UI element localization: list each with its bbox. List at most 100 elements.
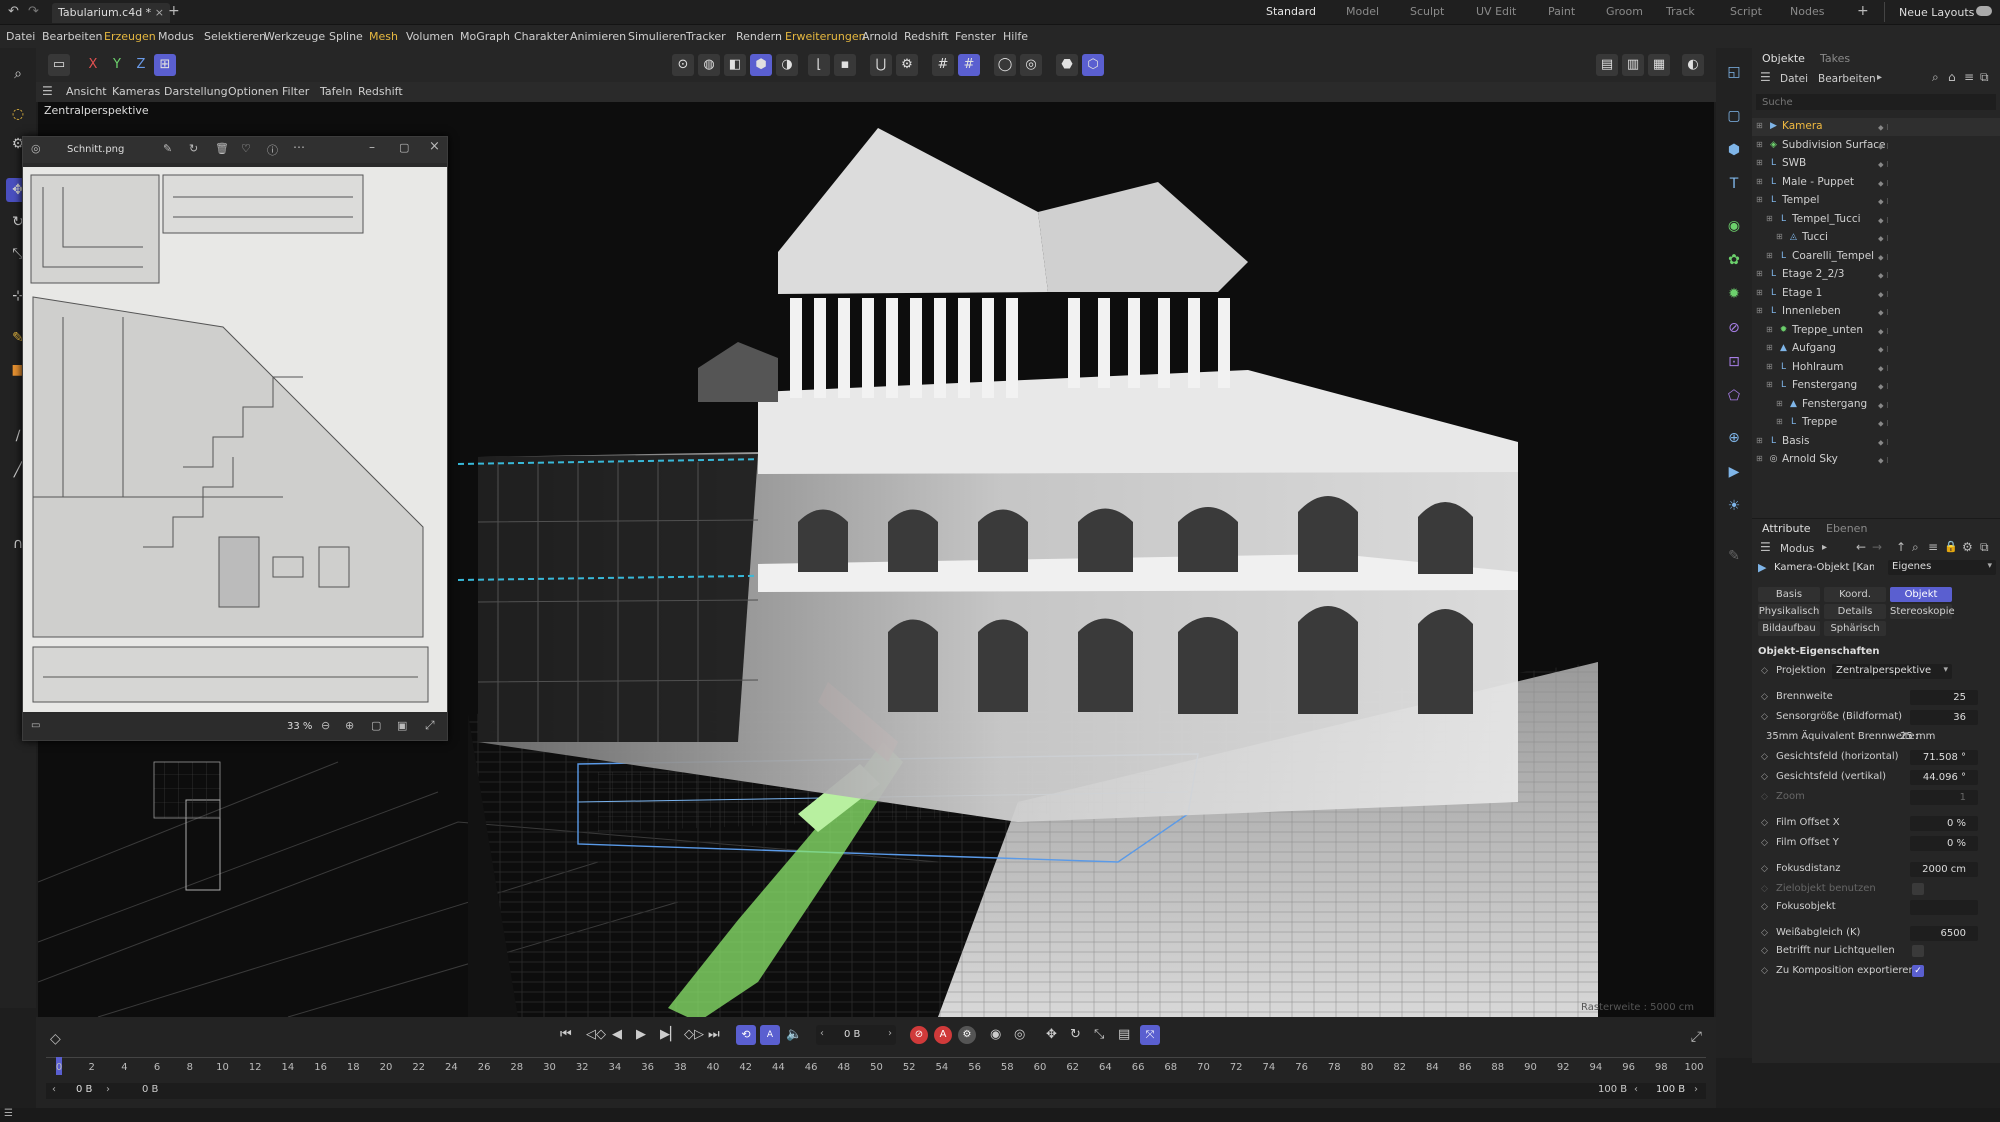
new-window-icon[interactable]: ⧉: [1980, 540, 1989, 555]
prop-value-field[interactable]: 44.096 °: [1910, 770, 1978, 785]
subtab-details[interactable]: Details: [1824, 604, 1886, 619]
zoom-out-icon[interactable]: ⊖: [321, 719, 330, 732]
range-bar[interactable]: ‹ 0 B › 0 B 100 B ‹ 100 B ›: [46, 1083, 1706, 1099]
tab-attributes[interactable]: Attribute: [1762, 522, 1811, 535]
generator-icon[interactable]: ◉: [1722, 214, 1746, 238]
layout-tab-sculpt[interactable]: Sculpt: [1410, 5, 1444, 18]
model-mode-icon[interactable]: ▭: [48, 54, 70, 76]
object-row[interactable]: ⊞ L Etage 2_2/3 ⬥ ⁝: [1752, 266, 2000, 284]
menu-mograph[interactable]: MoGraph: [460, 30, 510, 43]
snap-settings-icon[interactable]: ⚙: [896, 54, 918, 76]
live-selection-icon[interactable]: ◌: [6, 102, 30, 126]
hamburger-icon[interactable]: ☰: [1760, 540, 1771, 554]
menu-charakter[interactable]: Charakter: [514, 30, 569, 43]
text-icon[interactable]: T: [1722, 172, 1746, 196]
checkbox[interactable]: [1912, 883, 1924, 895]
filter-icon[interactable]: ≡: [1964, 70, 1974, 84]
prop-value-field[interactable]: 25: [1910, 690, 1978, 705]
layout-tab-track[interactable]: Track: [1666, 5, 1695, 18]
minimize-icon[interactable]: –: [369, 140, 375, 154]
object-row[interactable]: ⊞ L Tempel ⬥ ⁝: [1752, 192, 2000, 210]
keyframe-diamond-icon[interactable]: ◇: [1761, 666, 1768, 676]
layout-tab-model[interactable]: Model: [1346, 5, 1379, 18]
visibility-icon[interactable]: ⬥ ⁝: [1878, 438, 1889, 448]
light-icon[interactable]: ☀: [1722, 494, 1746, 518]
viewport-menu-redshift[interactable]: Redshift: [358, 85, 403, 98]
go-to-end-icon[interactable]: ⏭: [708, 1027, 720, 1042]
object-row[interactable]: ⊞ L Tempel_Tucci ⬥ ⁝: [1752, 211, 2000, 229]
volume-icon[interactable]: ⬠: [1722, 384, 1746, 408]
subtab-objekt[interactable]: Objekt: [1890, 587, 1952, 602]
expand-icon[interactable]: ⊞: [1756, 436, 1763, 445]
deformer-icon[interactable]: ✹: [1722, 282, 1746, 306]
visibility-icon[interactable]: ⬥ ⁝: [1878, 160, 1889, 170]
visibility-icon[interactable]: ⬥ ⁝: [1878, 327, 1889, 337]
menu-bearbeiten[interactable]: Bearbeiten: [42, 30, 102, 43]
polygons-mode-icon[interactable]: ◧: [724, 54, 746, 76]
visibility-icon[interactable]: ⬥ ⁝: [1878, 290, 1889, 300]
expand-icon[interactable]: ⊞: [1776, 399, 1783, 408]
heart-icon[interactable]: ♡: [241, 142, 251, 155]
hamburger-icon[interactable]: ☰: [1760, 70, 1771, 84]
tab-layers[interactable]: Ebenen: [1826, 522, 1867, 535]
chevron-right-icon[interactable]: ▸: [1822, 542, 1827, 553]
visibility-icon[interactable]: ⬥ ⁝: [1878, 142, 1889, 152]
home-icon[interactable]: ⌂: [1948, 70, 1956, 84]
menu-erzeugen[interactable]: Erzeugen: [104, 30, 156, 43]
snap-icon[interactable]: ⋃: [870, 54, 892, 76]
motion-record-icon[interactable]: ◎: [1014, 1027, 1025, 1042]
zoom-in-icon[interactable]: ⊕: [345, 719, 354, 732]
keyframe-diamond-icon[interactable]: ◇: [1761, 712, 1768, 722]
current-frame-field[interactable]: ‹ 0 B ›: [816, 1025, 896, 1045]
delete-icon[interactable]: 🗑: [215, 142, 229, 155]
menu-mesh[interactable]: Mesh: [369, 30, 398, 43]
tag-icon[interactable]: ✎: [1722, 544, 1746, 568]
filmstrip-icon[interactable]: ▭: [31, 720, 40, 731]
subtab-physikalisch[interactable]: Physikalisch: [1758, 604, 1820, 619]
layout-tab-nodes[interactable]: Nodes: [1790, 5, 1824, 18]
new-tab-icon[interactable]: +: [168, 3, 180, 19]
viewport-solo-icon[interactable]: ⬡: [1082, 54, 1104, 76]
expand-icon[interactable]: ⊞: [1766, 380, 1773, 389]
fullscreen-icon[interactable]: ⤢: [425, 718, 435, 733]
visibility-icon[interactable]: ⬥ ⁝: [1878, 308, 1889, 318]
menu-werkzeuge[interactable]: Werkzeuge: [264, 30, 325, 43]
field-icon[interactable]: ⊡: [1722, 350, 1746, 374]
subtab-sphärisch[interactable]: Sphärisch: [1824, 621, 1886, 636]
viewport-menu-tafeln[interactable]: Tafeln: [320, 85, 352, 98]
objects-menu-edit[interactable]: Bearbeiten: [1818, 73, 1876, 85]
viewer-titlebar[interactable]: ◎ Schnitt.png ✎ ↻ 🗑 ♡ ⓘ ⋯ – ▢ ×: [23, 137, 447, 163]
grid-icon[interactable]: #: [932, 54, 954, 76]
close-icon[interactable]: ×: [155, 3, 164, 23]
tab-takes[interactable]: Takes: [1820, 52, 1850, 65]
play-icon[interactable]: ▶: [636, 1027, 646, 1042]
keyframe-diamond-icon[interactable]: ◇: [1761, 928, 1768, 938]
menu-erweiterungen[interactable]: Erweiterungen: [785, 30, 866, 43]
menu-selektieren[interactable]: Selektieren: [204, 30, 266, 43]
point-level-icon[interactable]: ⤧: [1140, 1025, 1160, 1045]
layout-tab-paint[interactable]: Paint: [1548, 5, 1575, 18]
new-layouts-button[interactable]: Neue Layouts: [1899, 6, 1974, 19]
expand-icon[interactable]: ⊞: [1766, 251, 1773, 260]
axis-z-button[interactable]: Z: [130, 54, 152, 76]
spline-icon[interactable]: ⊘: [1722, 316, 1746, 340]
subtab-stereoskopie[interactable]: Stereoskopie: [1890, 604, 1955, 619]
axis-y-button[interactable]: Y: [106, 54, 128, 76]
keyframe-diamond-icon[interactable]: ◇: [1761, 864, 1768, 874]
visibility-icon[interactable]: ⬥ ⁝: [1878, 179, 1889, 189]
object-row[interactable]: ⊞ ✹ Treppe_unten ⬥ ⁝: [1752, 322, 2000, 340]
menu-volumen[interactable]: Volumen: [406, 30, 454, 43]
keyframe-diamond-icon[interactable]: ◇: [1761, 752, 1768, 762]
redshift-render-icon[interactable]: ◐: [1682, 54, 1704, 76]
prop-value-field[interactable]: 1: [1910, 790, 1978, 805]
menu-tracker[interactable]: Tracker: [686, 30, 726, 43]
expand-icon[interactable]: ⊞: [1756, 454, 1763, 463]
expand-icon[interactable]: ⊞: [1766, 325, 1773, 334]
workplane-icon[interactable]: #: [958, 54, 980, 76]
object-mode-icon[interactable]: ⬢: [750, 54, 772, 76]
filter-icon[interactable]: ≡: [1928, 540, 1938, 554]
tab-objects[interactable]: Objekte: [1762, 52, 1805, 65]
prop-value-field[interactable]: 36: [1910, 710, 1978, 725]
menu-spline[interactable]: Spline: [329, 30, 363, 43]
subtab-basis[interactable]: Basis: [1758, 587, 1820, 602]
